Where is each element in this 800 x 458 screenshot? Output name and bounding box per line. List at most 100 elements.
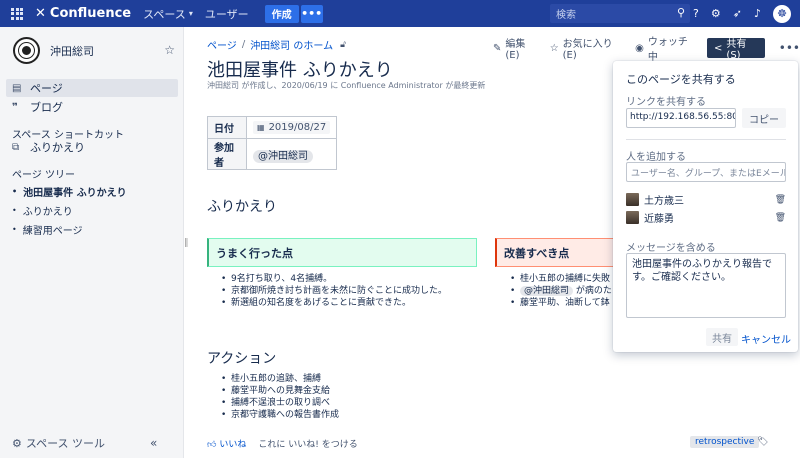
improve-panel: 改善すべき点 [495, 238, 615, 267]
page-tree-heading: ページ ツリー [12, 170, 75, 181]
edit-button[interactable]: ✎ 編集(E) [493, 35, 537, 61]
copy-button[interactable]: コピー [742, 108, 786, 128]
nav-people-label: ユーザー [204, 7, 249, 21]
participant-mention[interactable]: @沖田総司 [253, 149, 313, 163]
breadcrumb: ページ / 沖田総司 のホーム 🔓︎ [207, 37, 346, 52]
notifications-icon[interactable]: ➶ [733, 7, 742, 20]
confluence-logo[interactable]: ✕ Confluence [35, 6, 131, 21]
breadcrumb-pages[interactable]: ページ [207, 37, 237, 52]
breadcrumb-home[interactable]: 沖田総司 のホーム [250, 37, 333, 52]
share-link-label: リンクを共有する [626, 97, 706, 108]
list-item: 藤堂平助への見舞金支給 [219, 385, 339, 397]
list-item: 京都守護職への報告書作成 [219, 409, 339, 421]
dialog-cancel-button[interactable]: キャンセル [741, 331, 791, 346]
went-well-title: うまく行った点 [216, 246, 293, 260]
space-sidebar: 沖田総司 ☆ ▤ ページ ❞ ブログ スペース ショートカット ⧉ ふりかえり … [0, 27, 184, 458]
label-chip[interactable]: retrospective [690, 436, 760, 448]
chevron-down-icon: ▾ [188, 9, 193, 18]
tree-item[interactable]: • 練習用ページ [12, 222, 83, 237]
search-input[interactable]: 検索 ⚲ [550, 4, 690, 23]
user-name: 土方歳三 [644, 196, 684, 207]
search-placeholder: 検索 [556, 10, 576, 21]
watch-button[interactable]: ◉ ウォッチ中 [635, 33, 694, 63]
page-actions: ✎ 編集(E) ☆ お気に入り(E) ◉ ウォッチ中 < 共有(S) ••• [493, 33, 800, 63]
app-switcher-icon[interactable] [11, 7, 23, 20]
help-icon[interactable]: ? [693, 7, 699, 20]
space-name[interactable]: 沖田総司 [50, 43, 94, 59]
watch-label: ウォッチ中 [647, 37, 688, 63]
like-row: 👍︎ いいね これに いいね! をつける [207, 437, 358, 450]
nav-spaces-label: スペース [143, 7, 186, 21]
settings-icon[interactable]: ⚙ [711, 7, 721, 20]
bell-icon[interactable]: ♪ [754, 7, 761, 20]
divider [626, 139, 786, 140]
sidebar-item-pages[interactable]: ▤ ページ [6, 79, 178, 97]
user-avatar [626, 193, 639, 206]
calendar-icon: ▦ [257, 123, 265, 132]
improve-list: 桂小五郎の捕縛に失敗 @沖田総司 が病のた 藤堂平助、油断して鉢 [508, 273, 613, 309]
user-row: 土方歳三 🗑︎ [626, 192, 786, 207]
share-button[interactable]: < 共有(S) [707, 38, 765, 61]
share-dialog: このページを共有する リンクを共有する http://192.168.56.55… [613, 61, 798, 352]
tag-icon[interactable]: 🏷︎ [757, 437, 768, 447]
like-prompt: これに いいね! をつける [258, 440, 358, 450]
sidebar-item-blog[interactable]: ❞ ブログ [6, 98, 178, 116]
quote-icon: ❞ [12, 101, 18, 113]
add-people-label: 人を追加する [626, 152, 686, 163]
create-more-button[interactable]: ••• [300, 4, 323, 23]
message-label: メッセージを含める [626, 243, 716, 254]
copy-icon: ⧉ [12, 141, 20, 153]
sidebar-item-label: ページ [30, 82, 63, 95]
search-icon: ⚲ [676, 6, 685, 19]
nav-people[interactable]: ユーザー [205, 6, 249, 22]
shortcut-item[interactable]: ⧉ ふりかえり [6, 138, 178, 156]
star-icon[interactable]: ☆ [164, 43, 175, 57]
like-button[interactable]: 👍︎ いいね [207, 437, 246, 450]
date-value: 2019/08/27 [268, 122, 327, 133]
collapse-sidebar-icon[interactable]: « [150, 436, 157, 450]
section-heading-action: アクション [207, 351, 277, 367]
went-well-list: 9名打ち取り、4名捕縛。 京都御所焼き討ち計画を未然に防ぐことに成功した。 新選… [219, 273, 447, 309]
meta-table: 日付 ▦ 2019/08/27 参加者 @沖田総司 [207, 116, 338, 170]
pencil-icon: ✎ [493, 42, 502, 54]
space-avatar[interactable] [13, 37, 40, 64]
space-tools-button[interactable]: ⚙ スペース ツール « [12, 435, 157, 451]
lock-icon[interactable]: 🔓︎ [340, 40, 346, 50]
went-well-panel: うまく行った点 [207, 238, 477, 267]
share-link-input[interactable]: http://192.168.56.55:8090/ [626, 108, 736, 128]
more-actions-icon[interactable]: ••• [779, 41, 800, 55]
page-title: 池田屋事件 ふりかえり [207, 60, 393, 81]
trash-icon[interactable]: 🗑︎ [775, 195, 786, 205]
improve-title: 改善すべき点 [504, 246, 570, 260]
app-name: Confluence [49, 6, 132, 21]
trash-icon[interactable]: 🗑︎ [775, 213, 786, 223]
sidebar-item-label: ブログ [30, 101, 63, 114]
message-textarea[interactable]: 池田屋事件のふりかえり報告です。ご確認ください。 [626, 253, 786, 318]
user-row: 近藤勇 🗑︎ [626, 210, 786, 225]
dialog-share-button[interactable]: 共有 [706, 328, 738, 346]
confluence-logo-icon: ✕ [35, 6, 46, 21]
space-header: 沖田総司 ☆ [13, 37, 175, 64]
tree-item[interactable]: • ふりかえり [12, 203, 73, 218]
tree-item-label: 池田屋事件 ふりかえり [23, 188, 127, 199]
page-icon: ▤ [12, 82, 22, 94]
like-label: いいね [219, 440, 247, 450]
space-tools-label: スペース ツール [25, 437, 106, 450]
add-people-input[interactable]: ユーザー名、グループ、またはEメール [626, 162, 786, 182]
favorite-button[interactable]: ☆ お気に入り(E) [550, 35, 622, 61]
star-icon: ☆ [549, 42, 559, 54]
tree-item-label: 練習用ページ [22, 226, 83, 237]
date-label: 日付 [207, 116, 247, 139]
share-label: 共有(S) [726, 39, 747, 61]
user-avatar[interactable]: ☸ [773, 4, 791, 23]
sidebar-resize-handle[interactable]: ‖ [184, 238, 189, 248]
participants-label: 参加者 [207, 138, 247, 170]
inline-mention[interactable]: @沖田総司 [520, 286, 574, 296]
create-button[interactable]: 作成 [264, 4, 299, 23]
tree-item[interactable]: • 池田屋事件 ふりかえり [12, 184, 127, 199]
list-item: 9名打ち取り、4名捕縛。 [219, 273, 447, 285]
gear-icon: ⚙ [12, 436, 22, 450]
edit-label: 編集(E) [505, 39, 526, 61]
date-chip[interactable]: ▦ 2019/08/27 [253, 121, 331, 134]
nav-spaces[interactable]: スペース ▾ [143, 6, 193, 22]
